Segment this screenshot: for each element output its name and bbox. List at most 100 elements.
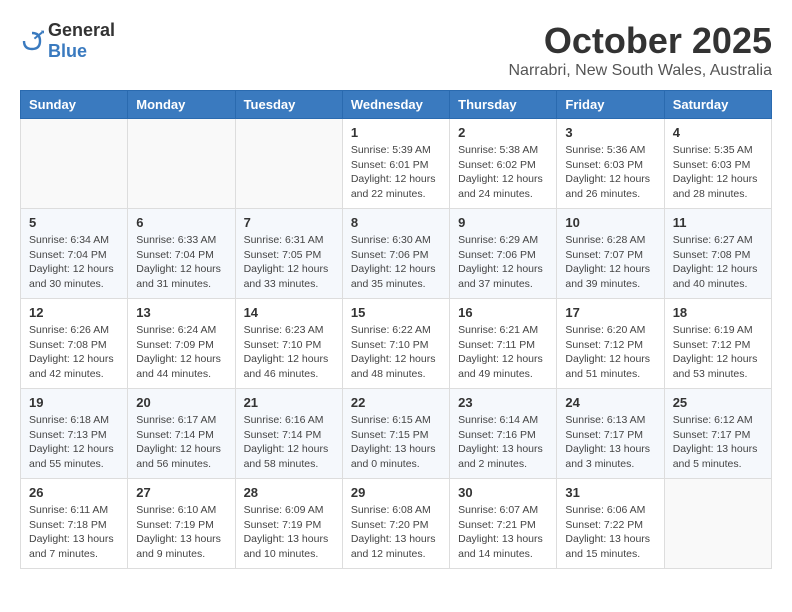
day-content: Sunrise: 5:36 AM Sunset: 6:03 PM Dayligh… bbox=[565, 143, 655, 202]
day-content: Sunrise: 6:27 AM Sunset: 7:08 PM Dayligh… bbox=[673, 233, 763, 292]
day-number: 23 bbox=[458, 395, 548, 410]
day-number: 3 bbox=[565, 125, 655, 140]
calendar-table: SundayMondayTuesdayWednesdayThursdayFrid… bbox=[20, 90, 772, 569]
day-number: 9 bbox=[458, 215, 548, 230]
day-of-week-header: Tuesday bbox=[235, 91, 342, 119]
day-number: 13 bbox=[136, 305, 226, 320]
day-number: 25 bbox=[673, 395, 763, 410]
calendar-cell: 14 Sunrise: 6:23 AM Sunset: 7:10 PM Dayli… bbox=[235, 299, 342, 389]
day-number: 11 bbox=[673, 215, 763, 230]
day-content: Sunrise: 6:28 AM Sunset: 7:07 PM Dayligh… bbox=[565, 233, 655, 292]
location-title: Narrabri, New South Wales, Australia bbox=[508, 62, 772, 80]
day-number: 2 bbox=[458, 125, 548, 140]
calendar-cell: 3 Sunrise: 5:36 AM Sunset: 6:03 PM Daylig… bbox=[557, 119, 664, 209]
logo-text: General Blue bbox=[48, 20, 115, 62]
day-of-week-header: Saturday bbox=[664, 91, 771, 119]
day-number: 28 bbox=[244, 485, 334, 500]
calendar-week-row: 12Sunrise: 6:26 AM Sunset: 7:08 PM Dayli… bbox=[21, 299, 772, 389]
day-number: 31 bbox=[565, 485, 655, 500]
calendar-cell: 29Sunrise: 6:08 AM Sunset: 7:20 PM Dayli… bbox=[342, 479, 449, 569]
calendar-cell: 4Sunrise: 5:35 AM Sunset: 6:03 PM Daylig… bbox=[664, 119, 771, 209]
day-content: Sunrise: 6:18 AM Sunset: 7:13 PM Dayligh… bbox=[29, 413, 119, 472]
day-content: Sunrise: 6:31 AM Sunset: 7:05 PM Dayligh… bbox=[244, 233, 334, 292]
calendar-cell bbox=[21, 119, 128, 209]
calendar-cell: 17 Sunrise: 6:20 AM Sunset: 7:12 PM Dayli… bbox=[557, 299, 664, 389]
day-number: 7 bbox=[244, 215, 334, 230]
day-number: 18 bbox=[673, 305, 763, 320]
day-of-week-header: Thursday bbox=[450, 91, 557, 119]
calendar-cell: 12Sunrise: 6:26 AM Sunset: 7:08 PM Dayli… bbox=[21, 299, 128, 389]
day-content: Sunrise: 6:30 AM Sunset: 7:06 PM Dayligh… bbox=[351, 233, 441, 292]
day-number: 24 bbox=[565, 395, 655, 410]
day-number: 30 bbox=[458, 485, 548, 500]
day-content: Sunrise: 6:23 AM Sunset: 7:10 PM Dayligh… bbox=[244, 323, 334, 382]
day-number: 27 bbox=[136, 485, 226, 500]
day-content: Sunrise: 6:12 AM Sunset: 7:17 PM Dayligh… bbox=[673, 413, 763, 472]
calendar-cell: 26Sunrise: 6:11 AM Sunset: 7:18 PM Dayli… bbox=[21, 479, 128, 569]
day-content: Sunrise: 6:24 AM Sunset: 7:09 PM Dayligh… bbox=[136, 323, 226, 382]
day-content: Sunrise: 5:38 AM Sunset: 6:02 PM Dayligh… bbox=[458, 143, 548, 202]
day-of-week-header: Monday bbox=[128, 91, 235, 119]
day-number: 16 bbox=[458, 305, 548, 320]
calendar-cell: 11 Sunrise: 6:27 AM Sunset: 7:08 PM Dayli… bbox=[664, 209, 771, 299]
calendar-cell: 8 Sunrise: 6:30 AM Sunset: 7:06 PM Daylig… bbox=[342, 209, 449, 299]
day-number: 1 bbox=[351, 125, 441, 140]
day-content: Sunrise: 5:39 AM Sunset: 6:01 PM Dayligh… bbox=[351, 143, 441, 202]
calendar-cell: 15Sunrise: 6:22 AM Sunset: 7:10 PM Dayli… bbox=[342, 299, 449, 389]
day-content: Sunrise: 6:19 AM Sunset: 7:12 PM Dayligh… bbox=[673, 323, 763, 382]
day-of-week-header: Wednesday bbox=[342, 91, 449, 119]
day-number: 21 bbox=[244, 395, 334, 410]
day-number: 10 bbox=[565, 215, 655, 230]
day-content: Sunrise: 6:09 AM Sunset: 7:19 PM Dayligh… bbox=[244, 503, 334, 562]
calendar-week-row: 1 Sunrise: 5:39 AM Sunset: 6:01 PM Daylig… bbox=[21, 119, 772, 209]
day-of-week-header: Sunday bbox=[21, 91, 128, 119]
day-content: Sunrise: 6:33 AM Sunset: 7:04 PM Dayligh… bbox=[136, 233, 226, 292]
calendar-cell: 30 Sunrise: 6:07 AM Sunset: 7:21 PM Dayli… bbox=[450, 479, 557, 569]
calendar-cell: 23 Sunrise: 6:14 AM Sunset: 7:16 PM Dayli… bbox=[450, 389, 557, 479]
calendar-cell: 22Sunrise: 6:15 AM Sunset: 7:15 PM Dayli… bbox=[342, 389, 449, 479]
day-number: 20 bbox=[136, 395, 226, 410]
day-number: 14 bbox=[244, 305, 334, 320]
calendar-cell: 5Sunrise: 6:34 AM Sunset: 7:04 PM Daylig… bbox=[21, 209, 128, 299]
calendar-cell: 16 Sunrise: 6:21 AM Sunset: 7:11 PM Dayli… bbox=[450, 299, 557, 389]
day-content: Sunrise: 6:14 AM Sunset: 7:16 PM Dayligh… bbox=[458, 413, 548, 472]
calendar-cell bbox=[128, 119, 235, 209]
calendar-cell: 6 Sunrise: 6:33 AM Sunset: 7:04 PM Daylig… bbox=[128, 209, 235, 299]
day-content: Sunrise: 6:17 AM Sunset: 7:14 PM Dayligh… bbox=[136, 413, 226, 472]
day-content: Sunrise: 6:16 AM Sunset: 7:14 PM Dayligh… bbox=[244, 413, 334, 472]
day-content: Sunrise: 6:10 AM Sunset: 7:19 PM Dayligh… bbox=[136, 503, 226, 562]
calendar-cell: 2 Sunrise: 5:38 AM Sunset: 6:02 PM Daylig… bbox=[450, 119, 557, 209]
day-number: 5 bbox=[29, 215, 119, 230]
day-content: Sunrise: 6:07 AM Sunset: 7:21 PM Dayligh… bbox=[458, 503, 548, 562]
calendar-cell: 13 Sunrise: 6:24 AM Sunset: 7:09 PM Dayli… bbox=[128, 299, 235, 389]
calendar-cell: 28 Sunrise: 6:09 AM Sunset: 7:19 PM Dayli… bbox=[235, 479, 342, 569]
day-of-week-header: Friday bbox=[557, 91, 664, 119]
day-number: 8 bbox=[351, 215, 441, 230]
day-content: Sunrise: 6:20 AM Sunset: 7:12 PM Dayligh… bbox=[565, 323, 655, 382]
day-number: 19 bbox=[29, 395, 119, 410]
day-number: 22 bbox=[351, 395, 441, 410]
calendar-week-row: 19 Sunrise: 6:18 AM Sunset: 7:13 PM Dayli… bbox=[21, 389, 772, 479]
day-content: Sunrise: 5:35 AM Sunset: 6:03 PM Dayligh… bbox=[673, 143, 763, 202]
title-section: October 2025 Narrabri, New South Wales, … bbox=[508, 20, 772, 80]
page-header: General Blue October 2025 Narrabri, New … bbox=[20, 20, 772, 80]
day-number: 6 bbox=[136, 215, 226, 230]
day-number: 17 bbox=[565, 305, 655, 320]
calendar-week-row: 5Sunrise: 6:34 AM Sunset: 7:04 PM Daylig… bbox=[21, 209, 772, 299]
day-content: Sunrise: 6:22 AM Sunset: 7:10 PM Dayligh… bbox=[351, 323, 441, 382]
calendar-cell bbox=[235, 119, 342, 209]
calendar-cell: 25 Sunrise: 6:12 AM Sunset: 7:17 PM Dayli… bbox=[664, 389, 771, 479]
calendar-header-row: SundayMondayTuesdayWednesdayThursdayFrid… bbox=[21, 91, 772, 119]
calendar-cell bbox=[664, 479, 771, 569]
day-content: Sunrise: 6:26 AM Sunset: 7:08 PM Dayligh… bbox=[29, 323, 119, 382]
day-content: Sunrise: 6:21 AM Sunset: 7:11 PM Dayligh… bbox=[458, 323, 548, 382]
day-content: Sunrise: 6:11 AM Sunset: 7:18 PM Dayligh… bbox=[29, 503, 119, 562]
calendar-cell: 9 Sunrise: 6:29 AM Sunset: 7:06 PM Daylig… bbox=[450, 209, 557, 299]
day-number: 29 bbox=[351, 485, 441, 500]
day-content: Sunrise: 6:29 AM Sunset: 7:06 PM Dayligh… bbox=[458, 233, 548, 292]
calendar-cell: 18 Sunrise: 6:19 AM Sunset: 7:12 PM Dayli… bbox=[664, 299, 771, 389]
month-title: October 2025 bbox=[508, 20, 772, 62]
logo-blue: Blue bbox=[48, 41, 87, 61]
calendar-week-row: 26Sunrise: 6:11 AM Sunset: 7:18 PM Dayli… bbox=[21, 479, 772, 569]
logo: General Blue bbox=[20, 20, 115, 62]
